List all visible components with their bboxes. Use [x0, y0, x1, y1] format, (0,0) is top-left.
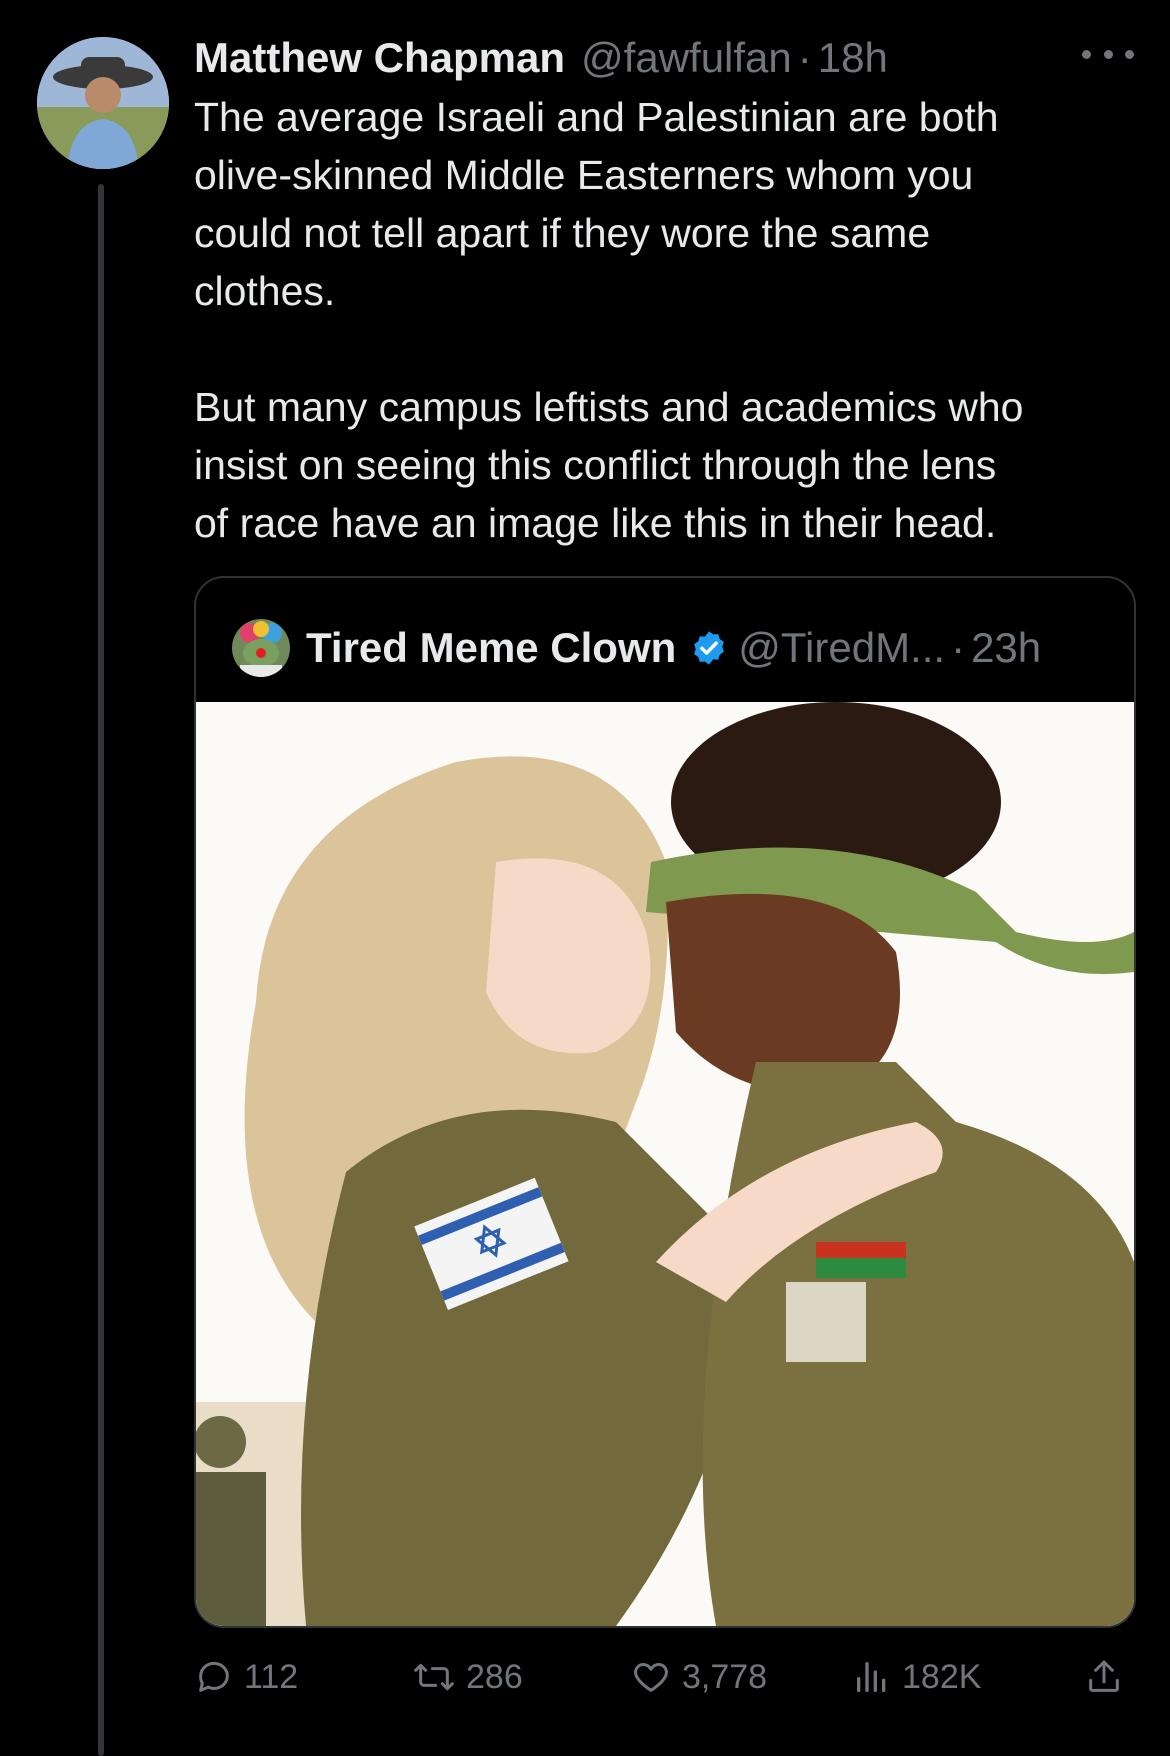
avatar-image [37, 37, 169, 169]
illustration-image [196, 702, 1134, 1626]
tweet-paragraph: The average Israeli and Palestinian are … [194, 94, 999, 314]
separator-dot: · [797, 34, 812, 81]
quoted-tweet[interactable]: Tired Meme Clown @TiredM... · 23h [194, 576, 1136, 1628]
repost-count: 286 [466, 1657, 523, 1696]
author-avatar[interactable] [37, 37, 169, 169]
repost-button[interactable]: 286 [412, 1648, 523, 1706]
quoted-author-handle[interactable]: @TiredM... [738, 624, 945, 672]
tweet-paragraph: But many campus leftists and academics w… [194, 384, 1024, 546]
more-dot [1125, 49, 1134, 59]
tweet-header: Matthew Chapman @fawfulfan · 18h [194, 28, 1134, 88]
like-count: 3,778 [682, 1657, 768, 1696]
verified-badge-icon [694, 631, 725, 665]
author-handle[interactable]: @fawfulfan [581, 34, 792, 82]
views-count: 182K [902, 1657, 982, 1696]
reply-count: 112 [244, 1657, 299, 1696]
tweet-time[interactable]: 18h [818, 34, 888, 82]
author-name[interactable]: Matthew Chapman [194, 34, 565, 82]
quoted-author-avatar[interactable] [232, 619, 290, 677]
quoted-author-name[interactable]: Tired Meme Clown [306, 624, 676, 672]
separator-dot: · [951, 624, 966, 671]
tweet-text: The average Israeli and Palestinian are … [194, 88, 1134, 552]
more-dot [1103, 49, 1113, 59]
more-icon[interactable] [1082, 34, 1134, 74]
share-icon [1089, 1660, 1119, 1692]
quoted-tweet-header: Tired Meme Clown @TiredM... · 23h [232, 618, 1041, 678]
like-button[interactable]: 3,778 [630, 1648, 767, 1706]
reply-button[interactable]: 112 [194, 1648, 298, 1706]
quoted-tweet-image[interactable] [196, 702, 1134, 1626]
tweet-actions: 112 286 3,778 182K [194, 1648, 1134, 1706]
quoted-tweet-time[interactable]: 23h [971, 624, 1041, 672]
views-icon [857, 1662, 886, 1692]
reply-icon [199, 1661, 229, 1692]
share-button[interactable] [1084, 1648, 1124, 1706]
clown-avatar-image [232, 619, 290, 677]
more-dot [1082, 49, 1091, 59]
views-button[interactable]: 182K [852, 1648, 981, 1706]
thread-line [98, 184, 104, 1756]
repost-icon [414, 1663, 454, 1691]
heart-icon [634, 1663, 668, 1692]
